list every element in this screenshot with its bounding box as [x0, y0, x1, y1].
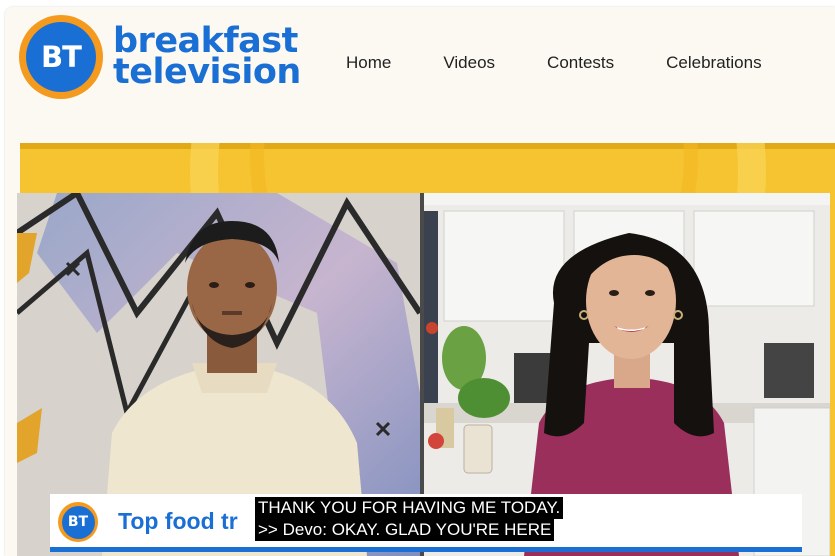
- closed-captions: THANK YOU FOR HAVING ME TODAY. >> Devo: …: [255, 497, 564, 541]
- nav-videos[interactable]: Videos: [443, 53, 495, 73]
- bt-logo-icon: BT: [58, 502, 98, 542]
- site-logo[interactable]: BT breakfast television: [19, 15, 301, 99]
- bt-logo-icon: BT: [19, 15, 103, 99]
- nav-contests[interactable]: Contests: [547, 53, 614, 73]
- lower-third-accent-bar: [50, 547, 802, 552]
- nav-celebrations[interactable]: Celebrations: [666, 53, 761, 73]
- caption-line-1: THANK YOU FOR HAVING ME TODAY.: [255, 497, 564, 519]
- main-nav: Home Videos Contests Celebrations: [346, 53, 814, 73]
- caption-line-2: >> Devo: OKAY. GLAD YOU'RE HERE: [255, 519, 555, 541]
- brand-wordmark: breakfast television: [113, 24, 301, 92]
- brand-line2: television: [113, 52, 301, 92]
- nav-home[interactable]: Home: [346, 53, 391, 73]
- lower-third-title: Top food tr: [118, 508, 238, 534]
- lower-third-logo-initials: BT: [61, 505, 95, 539]
- bt-logo-initials: BT: [26, 22, 96, 92]
